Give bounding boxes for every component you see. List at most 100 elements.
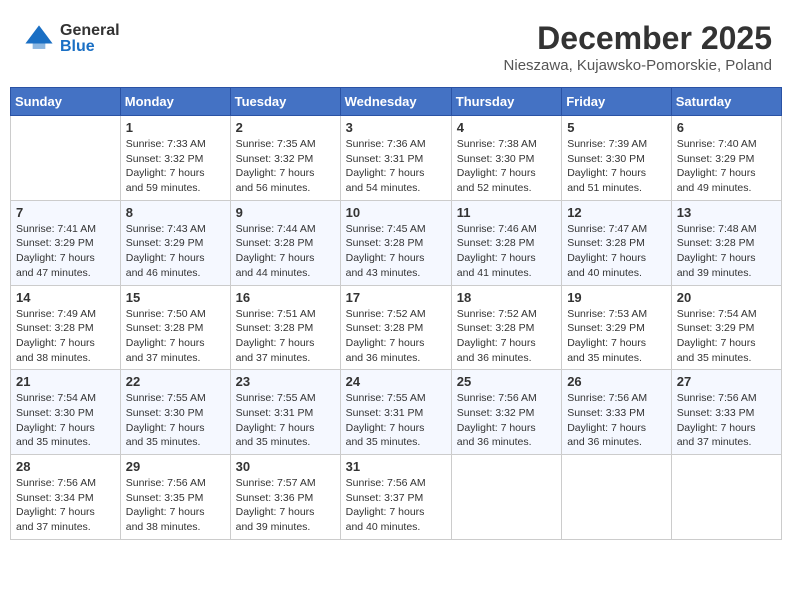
day-number: 27 (677, 374, 776, 389)
calendar-cell: 17 Sunrise: 7:52 AM Sunset: 3:28 PM Dayli… (340, 285, 451, 370)
calendar-cell: 23 Sunrise: 7:55 AM Sunset: 3:31 PM Dayli… (230, 370, 340, 455)
header-day-saturday: Saturday (671, 88, 781, 116)
day-number: 18 (457, 290, 556, 305)
day-number: 5 (567, 120, 666, 135)
calendar-cell: 18 Sunrise: 7:52 AM Sunset: 3:28 PM Dayli… (451, 285, 561, 370)
week-row-3: 14Sunrise: 7:49 AM Sunset: 3:28 PM Dayli… (11, 285, 782, 370)
page-header: General Blue December 2025 Nieszawa, Kuj… (10, 10, 782, 79)
day-number: 2 (236, 120, 335, 135)
calendar-cell: 1 Sunrise: 7:33 AM Sunset: 3:32 PM Daylig… (120, 116, 230, 201)
calendar-cell: 8Sunrise: 7:43 AM Sunset: 3:29 PM Daylig… (120, 200, 230, 285)
header-day-thursday: Thursday (451, 88, 561, 116)
calendar-cell: 22Sunrise: 7:55 AM Sunset: 3:30 PM Dayli… (120, 370, 230, 455)
calendar-cell (562, 455, 672, 540)
header-day-sunday: Sunday (11, 88, 121, 116)
calendar-cell: 16 Sunrise: 7:51 AM Sunset: 3:28 PM Dayli… (230, 285, 340, 370)
calendar-cell: 3Sunrise: 7:36 AM Sunset: 3:31 PM Daylig… (340, 116, 451, 201)
day-info: Sunrise: 7:52 AM Sunset: 3:28 PM Dayligh… (457, 307, 556, 366)
day-number: 21 (16, 374, 115, 389)
week-row-1: 1 Sunrise: 7:33 AM Sunset: 3:32 PM Daylig… (11, 116, 782, 201)
calendar-cell (451, 455, 561, 540)
day-info: Sunrise: 7:45 AM Sunset: 3:28 PM Dayligh… (346, 222, 446, 281)
day-number: 23 (236, 374, 335, 389)
week-row-2: 7 Sunrise: 7:41 AM Sunset: 3:29 PM Daylig… (11, 200, 782, 285)
day-number: 25 (457, 374, 556, 389)
day-info: Sunrise: 7:57 AM Sunset: 3:36 PM Dayligh… (236, 476, 335, 535)
calendar-cell: 26 Sunrise: 7:56 AM Sunset: 3:33 PM Dayli… (562, 370, 672, 455)
day-number: 20 (677, 290, 776, 305)
day-number: 15 (126, 290, 225, 305)
calendar-cell: 25Sunrise: 7:56 AM Sunset: 3:32 PM Dayli… (451, 370, 561, 455)
day-number: 3 (346, 120, 446, 135)
header-day-tuesday: Tuesday (230, 88, 340, 116)
calendar-cell: 28 Sunrise: 7:56 AM Sunset: 3:34 PM Dayli… (11, 455, 121, 540)
calendar-cell: 10Sunrise: 7:45 AM Sunset: 3:28 PM Dayli… (340, 200, 451, 285)
day-info: Sunrise: 7:55 AM Sunset: 3:31 PM Dayligh… (346, 391, 446, 450)
calendar-cell: 30 Sunrise: 7:57 AM Sunset: 3:36 PM Dayli… (230, 455, 340, 540)
day-number: 29 (126, 459, 225, 474)
day-number: 13 (677, 205, 776, 220)
day-info: Sunrise: 7:56 AM Sunset: 3:34 PM Dayligh… (16, 476, 115, 535)
logo-icon (20, 20, 58, 58)
day-info: Sunrise: 7:56 AM Sunset: 3:33 PM Dayligh… (567, 391, 666, 450)
logo-blue-text: Blue (60, 39, 120, 55)
calendar-cell: 19 Sunrise: 7:53 AM Sunset: 3:29 PM Dayli… (562, 285, 672, 370)
header-day-friday: Friday (562, 88, 672, 116)
calendar-cell: 20 Sunrise: 7:54 AM Sunset: 3:29 PM Dayli… (671, 285, 781, 370)
day-number: 9 (236, 205, 335, 220)
day-info: Sunrise: 7:52 AM Sunset: 3:28 PM Dayligh… (346, 307, 446, 366)
day-number: 24 (346, 374, 446, 389)
calendar-table: SundayMondayTuesdayWednesdayThursdayFrid… (10, 87, 782, 540)
day-info: Sunrise: 7:40 AM Sunset: 3:29 PM Dayligh… (677, 137, 776, 196)
day-info: Sunrise: 7:50 AM Sunset: 3:28 PM Dayligh… (126, 307, 225, 366)
day-info: Sunrise: 7:44 AM Sunset: 3:28 PM Dayligh… (236, 222, 335, 281)
day-info: Sunrise: 7:38 AM Sunset: 3:30 PM Dayligh… (457, 137, 556, 196)
calendar-cell: 24 Sunrise: 7:55 AM Sunset: 3:31 PM Dayli… (340, 370, 451, 455)
calendar-cell (671, 455, 781, 540)
day-info: Sunrise: 7:35 AM Sunset: 3:32 PM Dayligh… (236, 137, 335, 196)
calendar-cell: 4 Sunrise: 7:38 AM Sunset: 3:30 PM Daylig… (451, 116, 561, 201)
calendar-cell: 14Sunrise: 7:49 AM Sunset: 3:28 PM Dayli… (11, 285, 121, 370)
day-info: Sunrise: 7:46 AM Sunset: 3:28 PM Dayligh… (457, 222, 556, 281)
calendar-cell: 31Sunrise: 7:56 AM Sunset: 3:37 PM Dayli… (340, 455, 451, 540)
day-number: 16 (236, 290, 335, 305)
calendar-cell: 21Sunrise: 7:54 AM Sunset: 3:30 PM Dayli… (11, 370, 121, 455)
day-info: Sunrise: 7:56 AM Sunset: 3:35 PM Dayligh… (126, 476, 225, 535)
day-info: Sunrise: 7:54 AM Sunset: 3:29 PM Dayligh… (677, 307, 776, 366)
logo-general-text: General (60, 23, 120, 39)
calendar-body: 1 Sunrise: 7:33 AM Sunset: 3:32 PM Daylig… (11, 116, 782, 540)
day-number: 28 (16, 459, 115, 474)
logo-text: General Blue (60, 23, 120, 55)
day-info: Sunrise: 7:39 AM Sunset: 3:30 PM Dayligh… (567, 137, 666, 196)
day-number: 8 (126, 205, 225, 220)
day-number: 4 (457, 120, 556, 135)
day-info: Sunrise: 7:53 AM Sunset: 3:29 PM Dayligh… (567, 307, 666, 366)
calendar-cell: 7 Sunrise: 7:41 AM Sunset: 3:29 PM Daylig… (11, 200, 121, 285)
calendar-header: SundayMondayTuesdayWednesdayThursdayFrid… (11, 88, 782, 116)
day-number: 26 (567, 374, 666, 389)
location-subtitle: Nieszawa, Kujawsko-Pomorskie, Poland (504, 57, 772, 74)
day-info: Sunrise: 7:56 AM Sunset: 3:37 PM Dayligh… (346, 476, 446, 535)
day-info: Sunrise: 7:55 AM Sunset: 3:30 PM Dayligh… (126, 391, 225, 450)
day-info: Sunrise: 7:41 AM Sunset: 3:29 PM Dayligh… (16, 222, 115, 281)
day-number: 6 (677, 120, 776, 135)
day-number: 14 (16, 290, 115, 305)
calendar-cell: 29 Sunrise: 7:56 AM Sunset: 3:35 PM Dayli… (120, 455, 230, 540)
day-number: 1 (126, 120, 225, 135)
calendar-cell: 2 Sunrise: 7:35 AM Sunset: 3:32 PM Daylig… (230, 116, 340, 201)
week-row-5: 28 Sunrise: 7:56 AM Sunset: 3:34 PM Dayli… (11, 455, 782, 540)
day-info: Sunrise: 7:33 AM Sunset: 3:32 PM Dayligh… (126, 137, 225, 196)
day-number: 19 (567, 290, 666, 305)
day-info: Sunrise: 7:55 AM Sunset: 3:31 PM Dayligh… (236, 391, 335, 450)
day-number: 30 (236, 459, 335, 474)
calendar-cell: 5 Sunrise: 7:39 AM Sunset: 3:30 PM Daylig… (562, 116, 672, 201)
day-info: Sunrise: 7:51 AM Sunset: 3:28 PM Dayligh… (236, 307, 335, 366)
day-number: 17 (346, 290, 446, 305)
calendar-cell: 13Sunrise: 7:48 AM Sunset: 3:28 PM Dayli… (671, 200, 781, 285)
month-year-title: December 2025 (504, 20, 772, 57)
header-day-wednesday: Wednesday (340, 88, 451, 116)
week-row-4: 21Sunrise: 7:54 AM Sunset: 3:30 PM Dayli… (11, 370, 782, 455)
day-number: 11 (457, 205, 556, 220)
calendar-cell: 9 Sunrise: 7:44 AM Sunset: 3:28 PM Daylig… (230, 200, 340, 285)
day-number: 7 (16, 205, 115, 220)
